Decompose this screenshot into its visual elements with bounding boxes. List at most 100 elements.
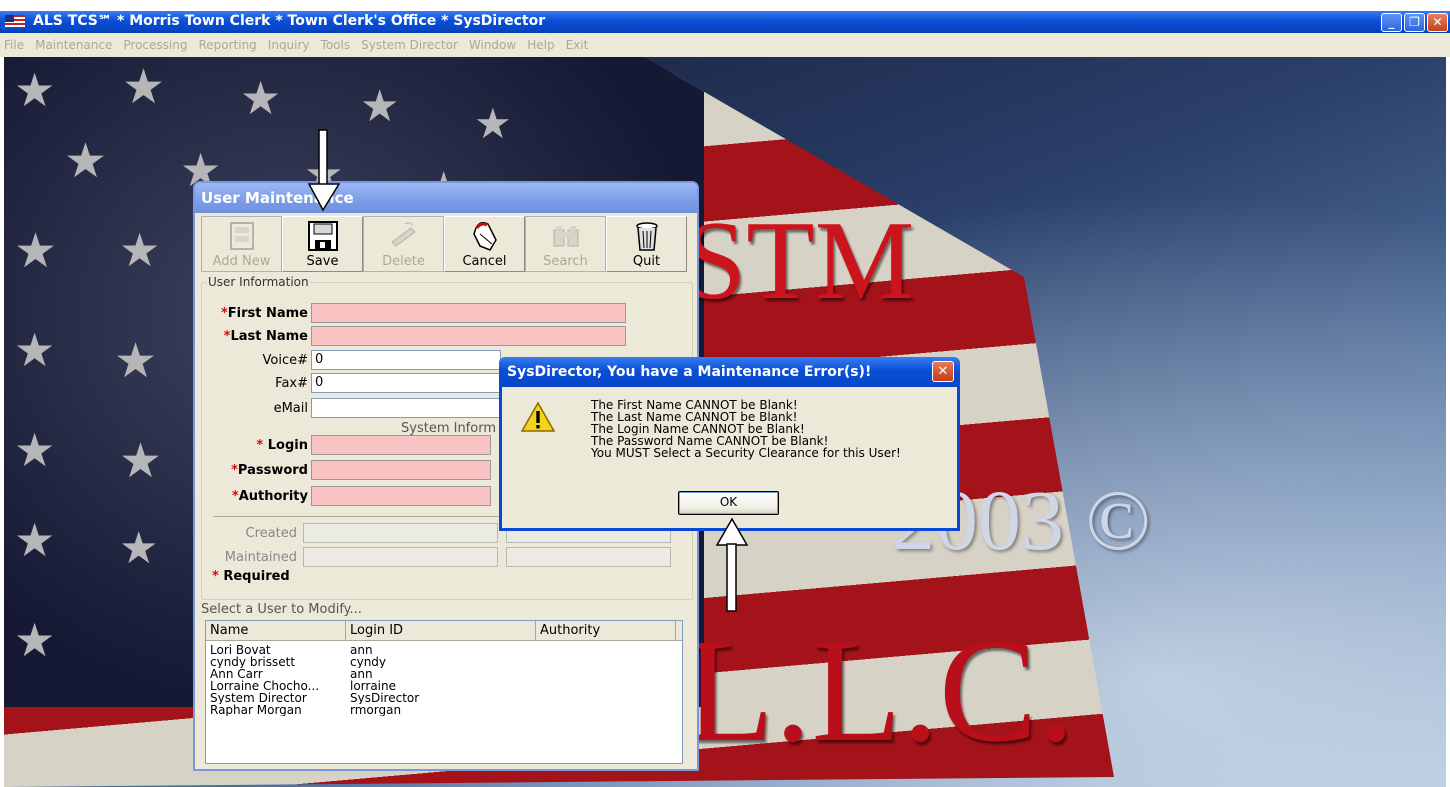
password-label: *Password <box>231 462 308 478</box>
close-button[interactable]: ✕ <box>1427 13 1448 32</box>
error-message: You MUST Select a Security Clearance for… <box>591 446 901 460</box>
ok-button[interactable]: OK <box>678 491 779 515</box>
search-label: Search <box>543 254 588 269</box>
star-icon: ★ <box>14 323 56 377</box>
star-icon: ★ <box>119 433 163 489</box>
star-icon: ★ <box>119 523 159 574</box>
fax-row: Fax# 0 <box>205 373 501 393</box>
select-user-label: Select a User to Modify... <box>201 602 362 617</box>
column-header-authority[interactable]: Authority <box>536 621 676 640</box>
trash-can-icon <box>630 220 664 252</box>
app-titlebar: ALS TCS℠ * Morris Town Clerk * Town Cler… <box>0 11 1450 33</box>
add-new-label: Add New <box>212 254 271 269</box>
column-header-name[interactable]: Name <box>206 621 346 640</box>
cancel-button[interactable]: Cancel <box>444 216 525 272</box>
password-row: *Password <box>205 460 491 480</box>
star-icon: ★ <box>14 513 56 567</box>
star-icon: ★ <box>122 59 166 115</box>
list-item[interactable]: cyndy brissett cyndy <box>206 656 682 668</box>
menu-system-director[interactable]: System Director <box>361 33 458 57</box>
menu-file[interactable]: File <box>4 33 24 57</box>
user-maintenance-title: User Maintenance <box>195 183 697 213</box>
add-new-icon <box>225 220 259 252</box>
system-information-label: System Inform <box>401 421 496 436</box>
error-dialog-title: SysDirector, You have a Maintenance Erro… <box>499 357 960 387</box>
app-title: ALS TCS℠ * Morris Town Clerk * Town Cler… <box>33 13 546 29</box>
menu-window[interactable]: Window <box>469 33 516 57</box>
star-icon: ★ <box>64 133 108 189</box>
login-label: * Login <box>256 437 308 453</box>
quit-button[interactable]: Quit <box>606 216 687 272</box>
first-name-row: *First Name <box>205 303 626 323</box>
star-icon: ★ <box>14 223 58 279</box>
password-field[interactable] <box>311 460 491 480</box>
menu-help[interactable]: Help <box>527 33 554 57</box>
toolbar: Add New Save Delete Cancel Search Quit <box>201 216 687 272</box>
warning-icon <box>520 401 556 433</box>
maintained-label: Maintained <box>224 549 297 565</box>
save-label: Save <box>306 254 339 269</box>
voice-field[interactable]: 0 <box>311 350 501 370</box>
binoculars-icon <box>549 220 583 252</box>
menu-exit[interactable]: Exit <box>566 33 589 57</box>
menu-processing[interactable]: Processing <box>123 33 187 57</box>
last-name-row: *Last Name <box>205 326 626 346</box>
menu-maintenance[interactable]: Maintenance <box>35 33 112 57</box>
login-field[interactable] <box>311 435 491 455</box>
email-label: eMail <box>273 400 308 416</box>
user-information-legend: User Information <box>206 275 311 289</box>
menu-tools[interactable]: Tools <box>321 33 351 57</box>
flag-app-icon <box>5 15 25 28</box>
up-arrow-annotation <box>715 517 749 612</box>
fax-field[interactable]: 0 <box>311 373 501 393</box>
down-arrow-annotation <box>307 129 341 212</box>
save-button[interactable]: Save <box>282 216 363 272</box>
list-item[interactable]: Lori Bovat ann <box>206 644 682 656</box>
dialog-close-button[interactable]: ✕ <box>932 361 954 382</box>
menu-reporting[interactable]: Reporting <box>198 33 256 57</box>
star-icon: ★ <box>240 71 282 125</box>
first-name-label: *First Name <box>220 305 308 321</box>
menubar: File Maintenance Processing Reporting In… <box>0 33 1450 57</box>
required-legend: * Required <box>212 569 290 584</box>
star-icon: ★ <box>14 613 56 667</box>
add-new-button[interactable]: Add New <box>201 216 282 272</box>
star-icon: ★ <box>114 333 158 389</box>
list-item[interactable]: Lorraine Chocho... lorraine <box>206 680 682 692</box>
error-message-list: The First Name CANNOT be Blank! The Last… <box>591 399 901 459</box>
splash-tm-text: STM <box>684 199 915 323</box>
list-header: Name Login ID Authority <box>206 621 682 641</box>
star-icon: ★ <box>14 63 56 117</box>
star-icon: ★ <box>360 81 400 132</box>
star-icon: ★ <box>14 423 56 477</box>
email-row: eMail <box>205 398 501 418</box>
last-name-field[interactable] <box>311 326 626 346</box>
list-item[interactable]: System Director SysDirector <box>206 692 682 704</box>
maintained-time-field <box>506 547 671 567</box>
voice-label: Voice# <box>262 352 309 368</box>
error-dialog: SysDirector, You have a Maintenance Erro… <box>499 357 960 531</box>
star-icon: ★ <box>119 223 161 277</box>
fax-label: Fax# <box>275 375 308 391</box>
authority-label: *Authority <box>231 488 308 504</box>
column-header-login-id[interactable]: Login ID <box>346 621 536 640</box>
maintained-field <box>303 547 498 567</box>
minimize-button[interactable]: _ <box>1381 13 1402 32</box>
delete-icon <box>387 220 421 252</box>
cancel-hand-icon <box>468 220 502 252</box>
authority-select[interactable] <box>311 486 491 506</box>
maximize-button[interactable]: ❐ <box>1404 13 1425 32</box>
created-field <box>303 523 498 543</box>
list-item[interactable]: Raphar Morgan rmorgan <box>206 704 682 716</box>
delete-label: Delete <box>382 254 425 269</box>
delete-button[interactable]: Delete <box>363 216 444 272</box>
created-label: Created <box>245 525 297 541</box>
star-icon: ★ <box>474 99 512 148</box>
email-field[interactable] <box>311 398 501 418</box>
user-list[interactable]: Name Login ID Authority Lori Bovat ann cy… <box>205 620 683 764</box>
last-name-label: *Last Name <box>223 328 308 344</box>
menu-inquiry[interactable]: Inquiry <box>268 33 310 57</box>
search-button[interactable]: Search <box>525 216 606 272</box>
list-item[interactable]: Ann Carr ann <box>206 668 682 680</box>
first-name-field[interactable] <box>311 303 626 323</box>
